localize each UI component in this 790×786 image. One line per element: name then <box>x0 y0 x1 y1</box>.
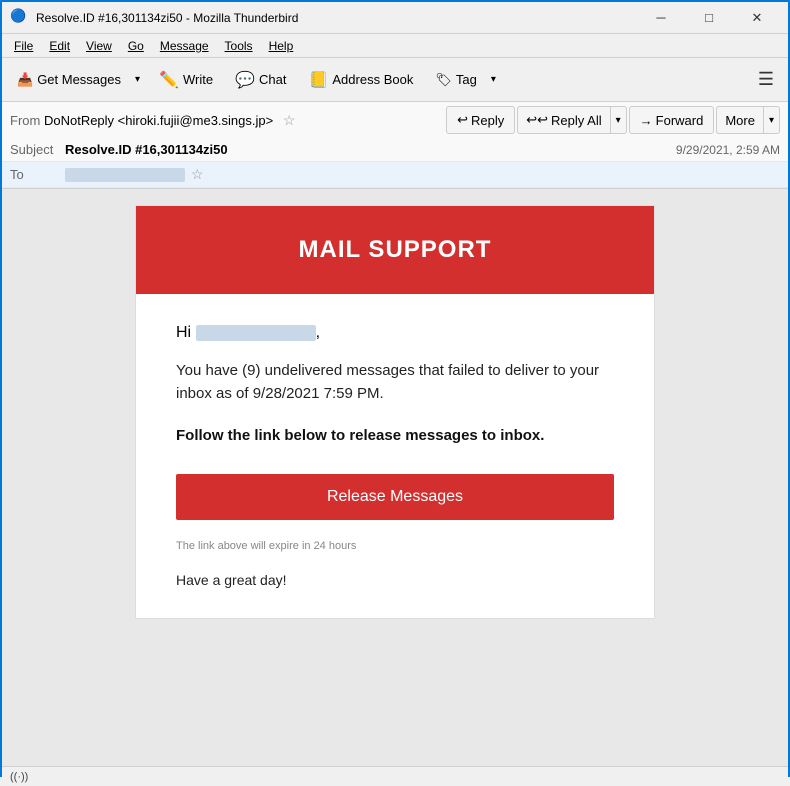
forward-label: Forward <box>656 113 704 128</box>
reply-all-label: Reply All <box>551 113 602 128</box>
tag-dropdown: 🏷 Tag ▾ <box>426 64 502 96</box>
get-messages-icon: 📥 <box>17 72 33 88</box>
hi-line: Hi , <box>176 324 614 342</box>
reply-icon: ↩ <box>457 112 468 128</box>
tag-label: Tag <box>456 72 477 87</box>
email-card: MAIL SUPPORT Hi , You have (9) undeliver… <box>135 205 655 619</box>
from-value: DoNotReply <hiroki.fujii@me3.sings.jp> <box>44 113 273 128</box>
reply-all-icon: ↩↩ <box>526 112 548 128</box>
menubar: File Edit View Go Message Tools Help <box>2 34 788 58</box>
mail-support-title: MAIL SUPPORT <box>156 236 634 264</box>
get-messages-dropdown-arrow[interactable]: ▾ <box>129 64 146 96</box>
chat-button[interactable]: 💬 Chat <box>226 64 295 96</box>
more-button[interactable]: More <box>716 106 763 134</box>
more-label: More <box>725 113 755 128</box>
menu-edit[interactable]: Edit <box>41 37 78 55</box>
toolbar-menu-icon[interactable]: ☰ <box>750 65 782 94</box>
minimize-button[interactable]: ─ <box>638 3 684 33</box>
window-controls: ─ □ ✕ <box>638 3 780 33</box>
hi-text: Hi <box>176 324 191 341</box>
subject-value: Resolve.ID #16,301134zi50 <box>65 142 676 157</box>
sign-off: Have a great day! <box>176 572 614 588</box>
app-icon: 🔵 <box>10 8 30 28</box>
address-book-button[interactable]: 📒 Address Book <box>299 64 422 96</box>
subject-row: Subject Resolve.ID #16,301134zi50 9/29/2… <box>2 138 788 162</box>
address-book-label: Address Book <box>332 72 413 87</box>
reply-button[interactable]: ↩ Reply <box>446 106 515 134</box>
forward-button[interactable]: → Forward <box>629 106 715 134</box>
recipient-name-blurred <box>196 325 316 341</box>
get-messages-dropdown: 📥 Get Messages ▾ <box>8 64 146 96</box>
email-card-body: Hi , You have (9) undelivered messages t… <box>136 294 654 618</box>
toolbar: 📥 Get Messages ▾ ✏️ Write 💬 Chat 📒 Addre… <box>2 58 788 102</box>
get-messages-label: Get Messages <box>37 72 121 87</box>
to-value-blurred <box>65 168 185 182</box>
email-content-area: PHISHING MAIL SUPPORT Hi , You have (9) … <box>2 189 788 766</box>
subject-label: Subject <box>10 142 65 157</box>
menu-view[interactable]: View <box>78 37 120 55</box>
write-icon: ✏️ <box>159 70 179 90</box>
chat-label: Chat <box>259 72 286 87</box>
reply-all-button[interactable]: ↩↩ Reply All <box>517 106 609 134</box>
email-header: From DoNotReply <hiroki.fujii@me3.sings.… <box>2 102 788 189</box>
write-label: Write <box>183 72 213 87</box>
body-bold: Follow the link below to release message… <box>176 425 614 446</box>
address-book-icon: 📒 <box>308 70 328 90</box>
maximize-button[interactable]: □ <box>686 3 732 33</box>
body-paragraph: You have (9) undelivered messages that f… <box>176 360 614 405</box>
expire-text: The link above will expire in 24 hours <box>176 540 614 552</box>
close-button[interactable]: ✕ <box>734 3 780 33</box>
to-row: To ☆ <box>2 162 788 188</box>
forward-icon: → <box>640 113 653 128</box>
tag-dropdown-arrow[interactable]: ▾ <box>485 64 502 96</box>
to-star-icon[interactable]: ☆ <box>191 166 204 183</box>
from-star-icon[interactable]: ☆ <box>283 112 296 128</box>
comma: , <box>316 324 320 341</box>
menu-file[interactable]: File <box>6 37 41 55</box>
menu-message[interactable]: Message <box>152 37 217 55</box>
menu-tools[interactable]: Tools <box>217 37 261 55</box>
statusbar: ((·)) <box>2 766 788 786</box>
tag-button[interactable]: 🏷 Tag <box>426 64 484 96</box>
email-card-header: MAIL SUPPORT <box>136 206 654 294</box>
from-label: From <box>10 113 40 128</box>
release-messages-button[interactable]: Release Messages <box>176 474 614 520</box>
from-row: From DoNotReply <hiroki.fujii@me3.sings.… <box>10 112 295 129</box>
titlebar: 🔵 Resolve.ID #16,301134zi50 - Mozilla Th… <box>2 2 788 34</box>
reply-label: Reply <box>471 113 504 128</box>
reply-all-dropdown-arrow[interactable]: ▾ <box>610 106 627 134</box>
menu-go[interactable]: Go <box>120 37 152 55</box>
window-title: Resolve.ID #16,301134zi50 - Mozilla Thun… <box>36 11 638 25</box>
write-button[interactable]: ✏️ Write <box>150 64 222 96</box>
action-buttons: ↩ Reply ↩↩ Reply All ▾ → Forward More ▾ <box>446 106 780 134</box>
tag-icon: 🏷 <box>435 72 452 88</box>
menu-help[interactable]: Help <box>261 37 302 55</box>
chat-icon: 💬 <box>235 70 255 90</box>
email-date: 9/29/2021, 2:59 AM <box>676 143 780 157</box>
more-dropdown-arrow[interactable]: ▾ <box>763 106 780 134</box>
more-split: More ▾ <box>716 106 780 134</box>
reply-all-split: ↩↩ Reply All ▾ <box>517 106 626 134</box>
email-action-bar: From DoNotReply <hiroki.fujii@me3.sings.… <box>2 102 788 138</box>
to-label: To <box>10 167 65 182</box>
get-messages-button[interactable]: 📥 Get Messages <box>8 64 129 96</box>
